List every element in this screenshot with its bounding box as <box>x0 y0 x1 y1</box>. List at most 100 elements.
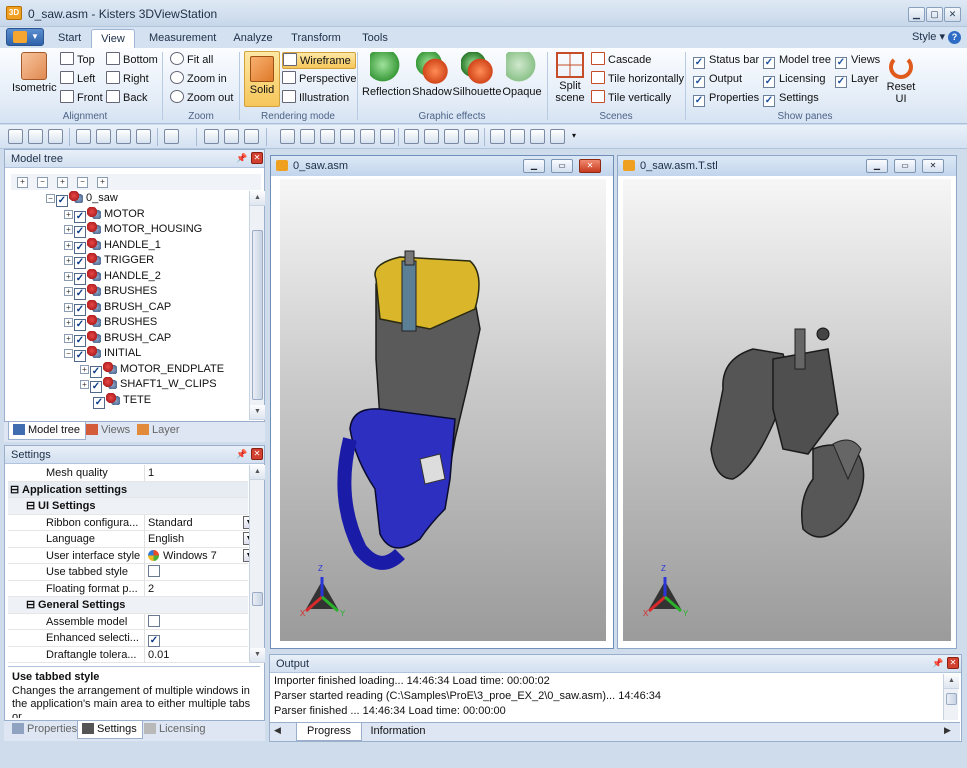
axis-icon[interactable] <box>490 129 505 144</box>
tab-view[interactable]: View <box>91 29 135 49</box>
reflection-button[interactable]: Reflection <box>362 52 411 98</box>
tab-tools[interactable]: Tools <box>356 29 394 48</box>
tree-item[interactable]: + ✓ BRUSH_CAP <box>10 299 250 316</box>
expand-icon[interactable]: + <box>64 271 73 281</box>
expand-icon[interactable]: + <box>80 380 89 389</box>
close-pane-icon[interactable]: ✕ <box>947 657 959 669</box>
enhanced-selection-checkbox[interactable]: ✓ <box>148 635 160 647</box>
collapse-icon[interactable]: − <box>64 349 73 358</box>
application-menu-button[interactable]: ▼ <box>6 28 44 46</box>
layer-checkbox[interactable]: ✓ Layer <box>835 71 879 88</box>
tab-scroll-left-icon[interactable]: ◀ <box>274 725 281 736</box>
visibility-checkbox[interactable]: ✓ <box>74 226 86 238</box>
split-scene-button[interactable]: Split scene <box>552 52 588 104</box>
tab-progress[interactable]: Progress <box>296 723 362 741</box>
fit-all-button[interactable]: Fit all <box>170 52 213 69</box>
visibility-checkbox[interactable]: ✓ <box>90 365 102 378</box>
tab-model-tree[interactable]: Model tree <box>8 422 86 440</box>
view-top-button[interactable]: Top <box>60 52 95 69</box>
expand-icon[interactable]: + <box>64 287 73 296</box>
tree-item[interactable]: + ✓ HANDLE_1 <box>10 237 250 254</box>
select-all-icon[interactable] <box>8 129 23 144</box>
box-icon[interactable] <box>116 129 131 144</box>
opaque-button[interactable]: Opaque <box>502 52 542 98</box>
tree-item[interactable]: ✓ TETE <box>10 392 250 409</box>
scroll-down-icon[interactable]: ▼ <box>250 405 265 420</box>
setting-enhanced-selection[interactable]: Enhanced selecti... ✓ <box>8 630 248 647</box>
ui-style-dropdown[interactable]: Windows 7▼ <box>144 547 256 564</box>
view-right-button[interactable]: Right <box>106 71 149 88</box>
scroll-thumb[interactable] <box>946 693 957 705</box>
ribbon-config-dropdown[interactable]: Standard▼ <box>144 514 256 531</box>
assemble-model-checkbox[interactable] <box>148 614 160 627</box>
illustration-button[interactable]: Illustration <box>282 90 349 107</box>
tree-item[interactable]: − ✓ INITIAL <box>10 346 250 362</box>
zoom-out-button[interactable]: Zoom out <box>170 90 233 107</box>
visibility-checkbox[interactable]: ✓ <box>74 210 86 223</box>
maximize-button[interactable]: ▢ <box>926 7 943 22</box>
zoom-in-button[interactable]: Zoom in <box>170 71 227 88</box>
viewport-restore-button[interactable]: ▭ <box>551 159 573 173</box>
axis-flip-icon[interactable] <box>550 129 565 144</box>
scroll-thumb[interactable] <box>252 592 263 606</box>
tree-item[interactable]: + ✓ MOTOR_HOUSING <box>10 222 250 238</box>
visibility-checkbox[interactable]: ✓ <box>90 381 102 393</box>
visibility-checkbox[interactable]: ✓ <box>74 257 86 269</box>
shadow-button[interactable]: Shadow <box>410 52 454 98</box>
tree-item[interactable]: + ✓ SHAFT1_W_CLIPS <box>10 377 250 393</box>
expand-level-icon[interactable]: + <box>57 177 68 188</box>
setting-language[interactable]: LanguageEnglish▼ <box>8 531 255 548</box>
collapse-level-icon[interactable]: − <box>77 177 88 188</box>
expand-selected-icon[interactable]: + <box>97 177 108 188</box>
expand-icon[interactable]: + <box>64 240 73 250</box>
close-pane-icon[interactable]: ✕ <box>251 448 263 460</box>
tab-layer[interactable]: Layer <box>133 422 185 440</box>
arrow-annotation-icon[interactable] <box>404 129 419 144</box>
tree-scrollbar[interactable]: ▲ ▼ <box>249 191 265 420</box>
settings-scrollbar[interactable]: ▲ ▼ <box>249 465 265 663</box>
tile-vertically-button[interactable]: Tile vertically <box>591 90 671 107</box>
scroll-thumb[interactable] <box>252 230 263 400</box>
view-back-button[interactable]: Back <box>106 90 147 107</box>
expand-icon[interactable]: + <box>64 256 73 265</box>
tab-licensing[interactable]: Licensing <box>140 721 210 739</box>
visibility-checkbox[interactable]: ✓ <box>74 303 86 316</box>
viewport-close-button[interactable]: ✕ <box>579 159 601 173</box>
visibility-checkbox[interactable]: ✓ <box>74 241 86 254</box>
expand-icon[interactable]: + <box>64 225 73 234</box>
hide-icon[interactable] <box>204 129 219 144</box>
scroll-up-icon[interactable]: ▲ <box>250 465 265 480</box>
pan-icon[interactable] <box>300 129 315 144</box>
explode-icon[interactable] <box>380 129 395 144</box>
toolbar-overflow-icon[interactable]: ▾ <box>572 131 576 140</box>
show-icon[interactable] <box>224 129 239 144</box>
collapse-icon[interactable]: − <box>46 194 55 203</box>
collapse-icon[interactable]: ⊟ <box>10 482 19 498</box>
output-checkbox[interactable]: ✓ Output <box>693 71 742 88</box>
category-general-settings[interactable]: ⊟ General Settings <box>8 597 248 614</box>
expand-all-icon[interactable]: + <box>17 177 28 188</box>
table-icon[interactable] <box>28 129 43 144</box>
tab-measurement[interactable]: Measurement <box>143 29 217 48</box>
silhouette-button[interactable]: Silhouette <box>452 52 502 98</box>
scroll-up-icon[interactable]: ▲ <box>944 674 959 689</box>
expand-icon[interactable]: + <box>80 364 89 374</box>
view-front-button[interactable]: Front <box>60 90 103 107</box>
language-dropdown[interactable]: English▼ <box>144 531 256 547</box>
tree-item[interactable]: + ✓ TRIGGER <box>10 253 250 269</box>
tabbed-style-checkbox[interactable] <box>148 565 160 577</box>
help-icon[interactable]: ? <box>948 31 961 44</box>
category-ui-settings[interactable]: ⊟ UI Settings <box>8 498 248 515</box>
tree-item[interactable]: + ✓ BRUSH_CAP <box>10 330 250 347</box>
style-menu[interactable]: Style ▾ <box>912 30 945 43</box>
setting-assemble-model[interactable]: Assemble model <box>8 613 248 630</box>
collapse-icon[interactable]: ⊟ <box>26 498 35 514</box>
expand-icon[interactable]: + <box>64 333 73 343</box>
viewport-right[interactable]: 0_saw.asm.T.stl ▁ ▭ ✕ Z X Y <box>617 155 957 649</box>
viewport-close-button[interactable]: ✕ <box>922 159 944 173</box>
tab-views[interactable]: Views <box>82 422 135 440</box>
app-logo-icon[interactable]: 3D <box>6 6 22 20</box>
rotate-icon[interactable] <box>76 129 91 144</box>
setting-floating-format[interactable]: Floating format p... 2 <box>8 580 248 597</box>
scroll-up-icon[interactable]: ▲ <box>250 191 265 206</box>
